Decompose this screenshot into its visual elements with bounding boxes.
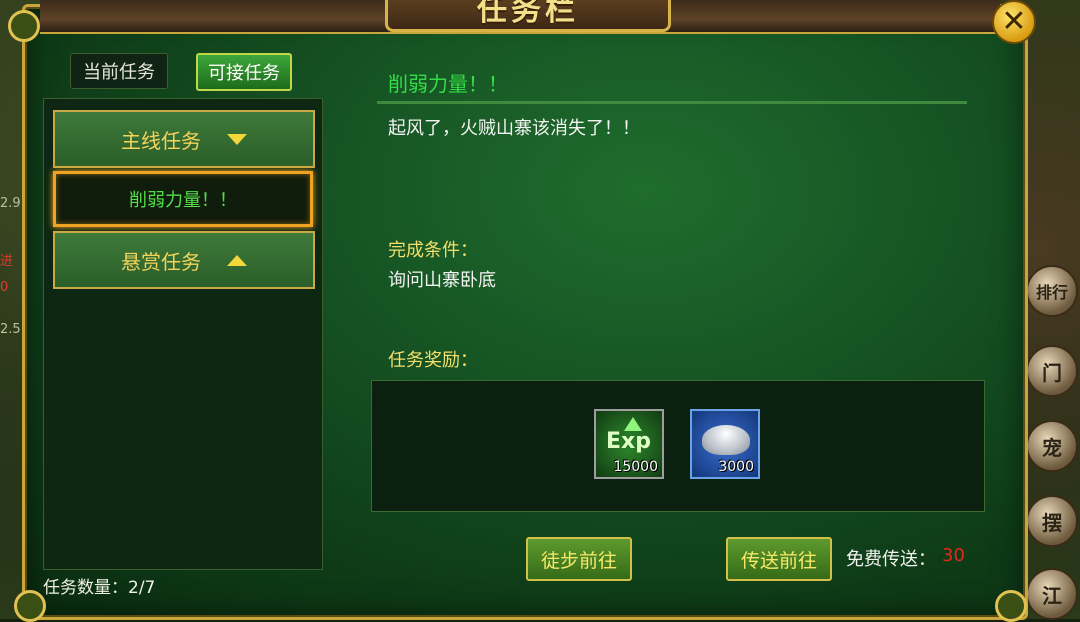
condition-label: 完成条件： [388, 240, 478, 261]
quest-count: 任务数量：2/7 [43, 578, 156, 598]
hud-sect-button[interactable]: 门 [1026, 345, 1078, 397]
panel-title: 任务栏 [385, 0, 671, 32]
hud-world-button[interactable]: 江 [1026, 568, 1078, 620]
hud-ranking-button[interactable]: 排行 [1026, 265, 1078, 317]
hud-stall-button[interactable]: 摆 [1026, 495, 1078, 547]
reward-exp-item[interactable]: Exp 15000 [594, 409, 664, 479]
corner-ornament-icon [8, 10, 40, 42]
free-teleport-count: 30 [942, 545, 965, 566]
reward-silver-item[interactable]: 3000 [690, 409, 760, 479]
close-button[interactable]: ✕ [992, 0, 1036, 44]
category-main-quests[interactable]: 主线任务 [53, 110, 315, 168]
divider [377, 101, 967, 104]
reward-quantity: 15000 [613, 459, 658, 475]
quest-title: 削弱力量！！ [388, 72, 508, 96]
condition-text: 询问山寨卧底 [388, 270, 496, 291]
hud-fragment: 2.9 [0, 196, 21, 211]
quest-item-selected[interactable]: 削弱力量！！ [53, 171, 313, 227]
close-icon: ✕ [1001, 4, 1027, 39]
free-teleport-label: 免费传送： [846, 549, 936, 570]
silver-ingot-icon [702, 425, 750, 455]
category-label: 主线任务 [121, 128, 201, 153]
teleport-button[interactable]: 传送前往 [726, 537, 832, 581]
hud-right-column: 排行 门 宠 摆 江 [1024, 0, 1080, 620]
hud-pet-button[interactable]: 宠 [1026, 420, 1078, 472]
reward-box [371, 380, 985, 512]
category-label: 悬赏任务 [121, 249, 201, 274]
exp-icon: Exp [606, 429, 651, 454]
tab-available-quests[interactable]: 可接任务 [196, 53, 292, 91]
hud-fragment: 2.5 [0, 322, 21, 337]
walk-button[interactable]: 徒步前往 [526, 537, 632, 581]
hud-fragment: 进 [0, 254, 14, 269]
hud-fragment: 0 [0, 280, 9, 295]
reward-quantity: 3000 [718, 459, 754, 475]
quest-description: 起风了，火贼山寨该消失了！！ [388, 118, 640, 139]
corner-ornament-icon [995, 590, 1027, 622]
triangle-down-icon [227, 133, 247, 145]
reward-label: 任务奖励： [388, 350, 478, 371]
quest-list [43, 98, 323, 570]
triangle-up-icon [227, 254, 247, 266]
category-bounty-quests[interactable]: 悬赏任务 [53, 231, 315, 289]
corner-ornament-icon [14, 590, 46, 622]
tab-current-quests[interactable]: 当前任务 [70, 53, 168, 89]
